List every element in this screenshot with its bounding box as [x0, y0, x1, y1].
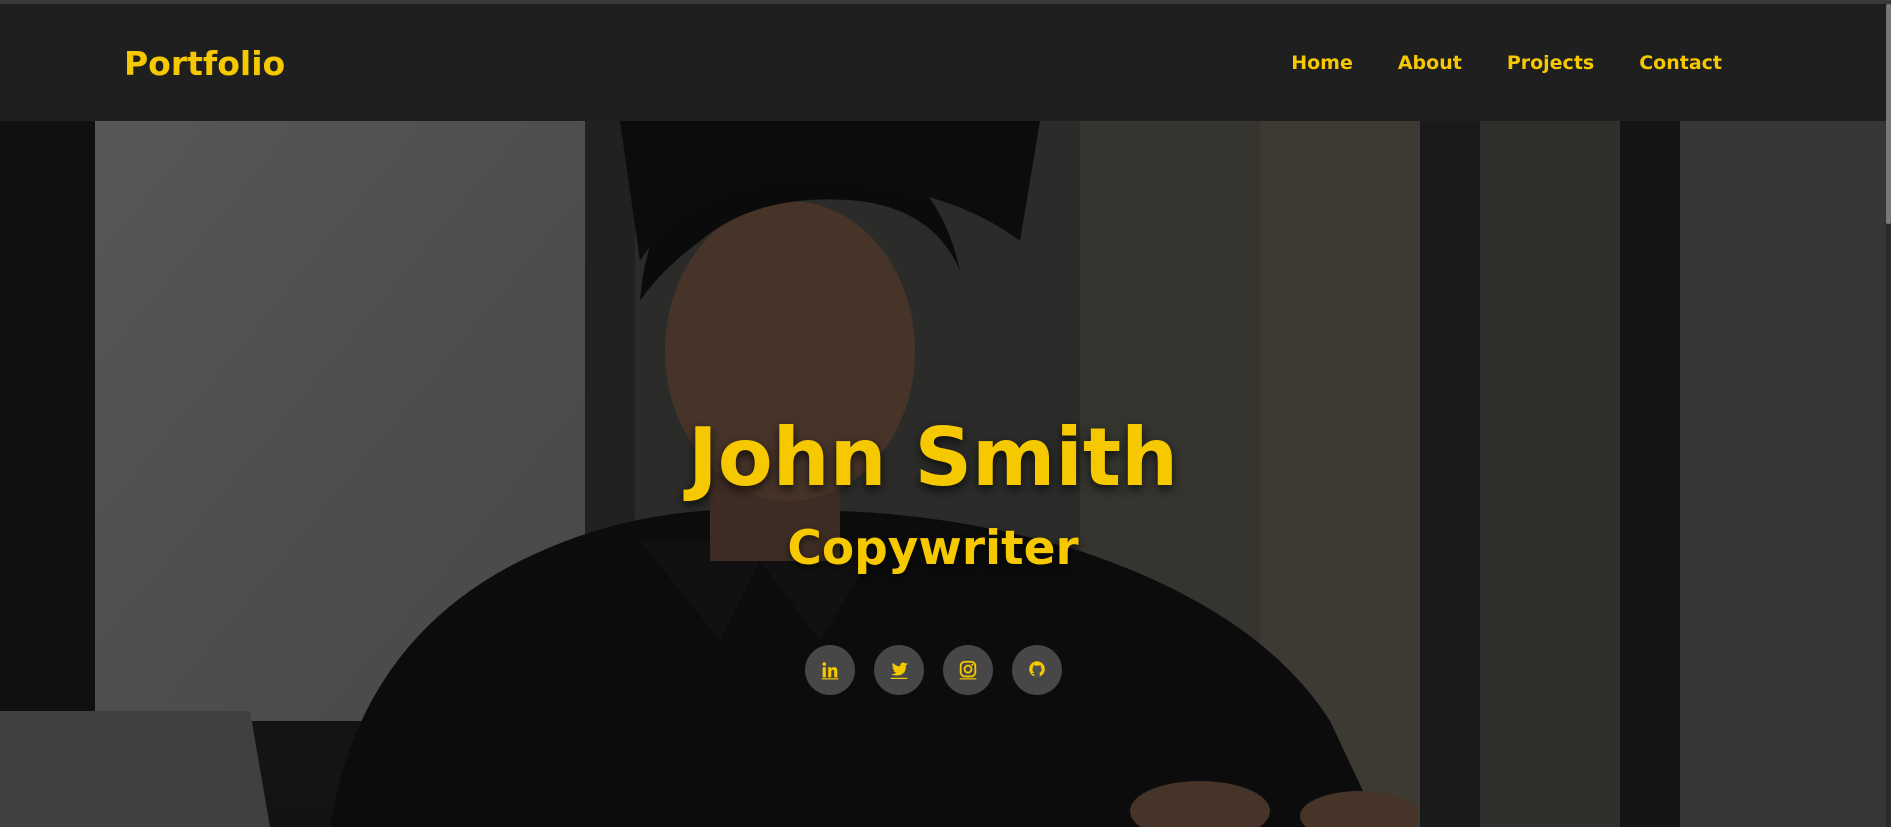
hero-section: John Smith Copywriter	[0, 121, 1886, 827]
twitter-icon	[890, 662, 908, 679]
social-links	[0, 645, 1866, 695]
navbar: Portfolio Home About Projects Contact	[0, 4, 1886, 121]
instagram-button[interactable]	[942, 645, 993, 695]
instagram-icon	[959, 660, 976, 680]
hero-role: Copywriter	[787, 521, 1079, 576]
hero-name: John Smith	[687, 411, 1179, 504]
linkedin-icon	[821, 662, 838, 680]
window-top-border	[0, 0, 1891, 4]
page: Portfolio Home About Projects Contact Jo…	[0, 0, 1891, 827]
scrollbar-thumb[interactable]	[1886, 4, 1891, 224]
nav-link-about[interactable]: About	[1398, 52, 1462, 74]
nav-links: Home About Projects Contact	[1291, 52, 1722, 74]
twitter-button[interactable]	[873, 645, 924, 695]
github-icon	[1028, 661, 1045, 677]
hero-content: John Smith Copywriter	[0, 121, 1866, 827]
nav-link-contact[interactable]: Contact	[1639, 52, 1722, 74]
nav-link-home[interactable]: Home	[1291, 52, 1353, 74]
brand-logo[interactable]: Portfolio	[124, 44, 285, 83]
github-button[interactable]	[1011, 645, 1062, 695]
nav-link-projects[interactable]: Projects	[1507, 52, 1594, 74]
linkedin-button[interactable]	[804, 645, 855, 695]
